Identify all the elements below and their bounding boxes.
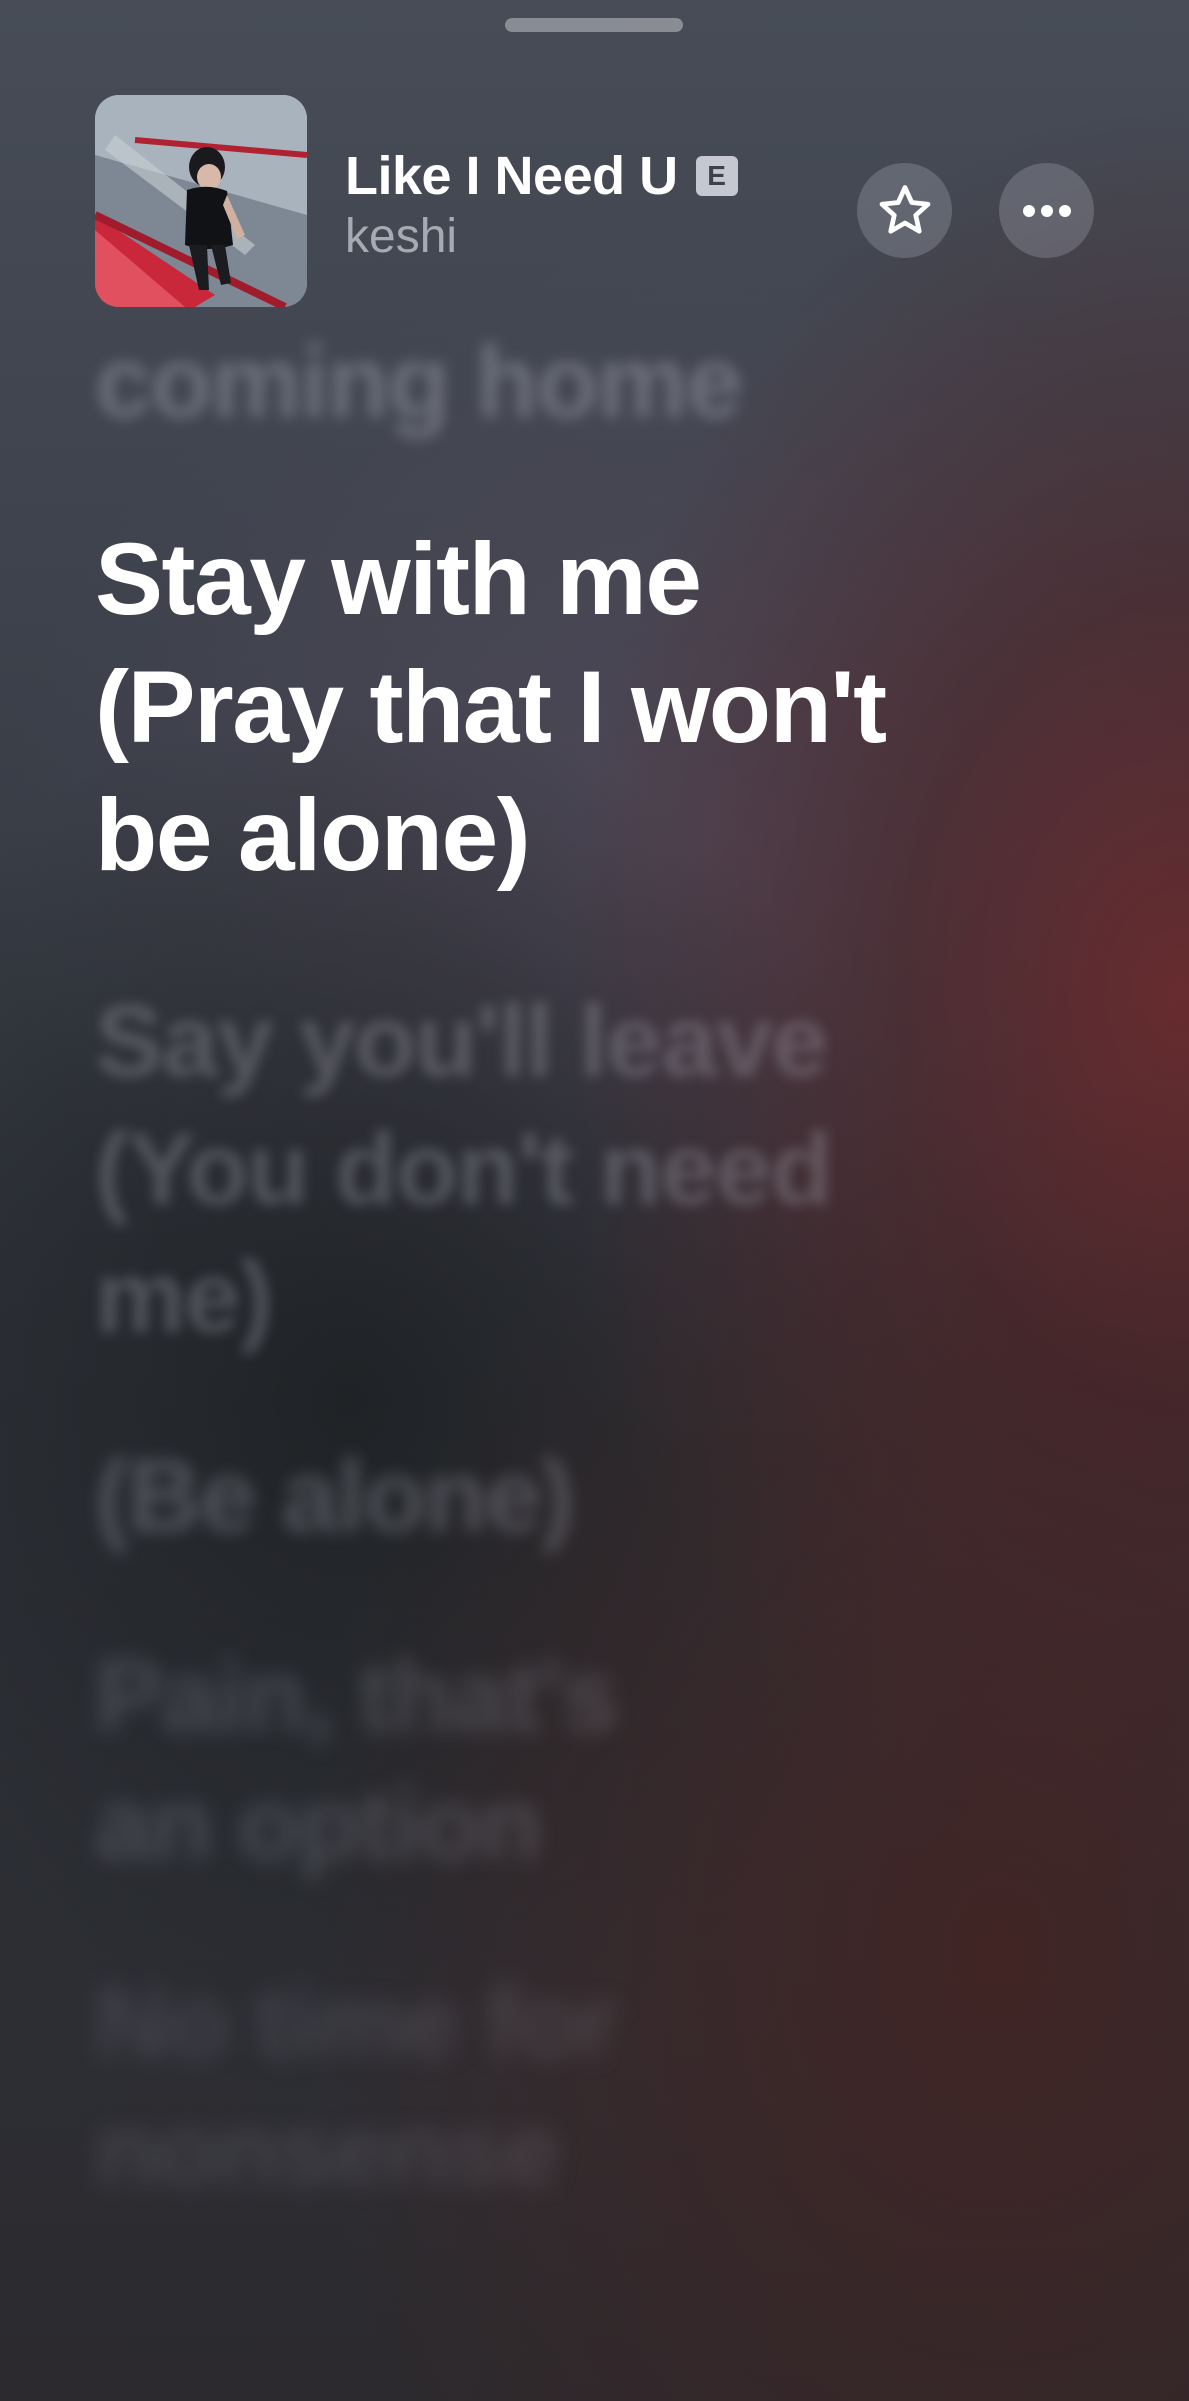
lyric-text: an option <box>95 1767 542 1881</box>
favorite-button[interactable] <box>857 163 952 258</box>
track-info[interactable]: Like I Need U E keshi <box>345 145 738 264</box>
lyric-text: be alone) <box>95 778 531 892</box>
lyric-text: No time for <box>95 1965 618 2079</box>
explicit-badge: E <box>695 156 738 196</box>
album-artwork[interactable] <box>95 95 307 307</box>
lyric-line-upcoming[interactable]: No time for nonsense <box>95 1958 618 2214</box>
ellipsis-icon <box>1022 204 1071 217</box>
lyric-text: me) <box>95 1240 273 1354</box>
lyric-line-current[interactable]: Stay with me (Pray that I won't be alone… <box>95 515 887 899</box>
lyric-text: coming home <box>95 325 743 439</box>
star-icon <box>879 184 930 234</box>
more-options-button[interactable] <box>999 163 1094 258</box>
lyric-text: Stay with me <box>95 522 702 636</box>
album-artwork-image <box>95 95 307 307</box>
lyric-text: (Be alone) <box>95 1439 575 1553</box>
lyric-text: (You don't need <box>95 1112 833 1226</box>
lyric-text: (Pray that I won't <box>95 650 887 764</box>
lyric-text: Say you'll leave <box>95 984 828 1098</box>
lyric-text: Pain, that's <box>95 1639 619 1753</box>
lyrics-screen: Like I Need U E keshi coming home Stay w… <box>0 0 1189 2401</box>
sheet-grabber[interactable] <box>505 18 683 32</box>
artist-name[interactable]: keshi <box>345 209 738 264</box>
lyric-line-upcoming[interactable]: Pain, that's an option <box>95 1632 619 1888</box>
now-playing-header: Like I Need U E keshi <box>95 95 1095 307</box>
song-title: Like I Need U <box>345 146 678 206</box>
lyric-line-past[interactable]: coming home <box>95 325 743 446</box>
lyric-line-upcoming[interactable]: (Be alone) <box>95 1432 575 1560</box>
lyric-line-upcoming[interactable]: Say you'll leave (You don't need me) <box>95 977 833 1361</box>
lyric-text: nonsense <box>95 2093 561 2207</box>
